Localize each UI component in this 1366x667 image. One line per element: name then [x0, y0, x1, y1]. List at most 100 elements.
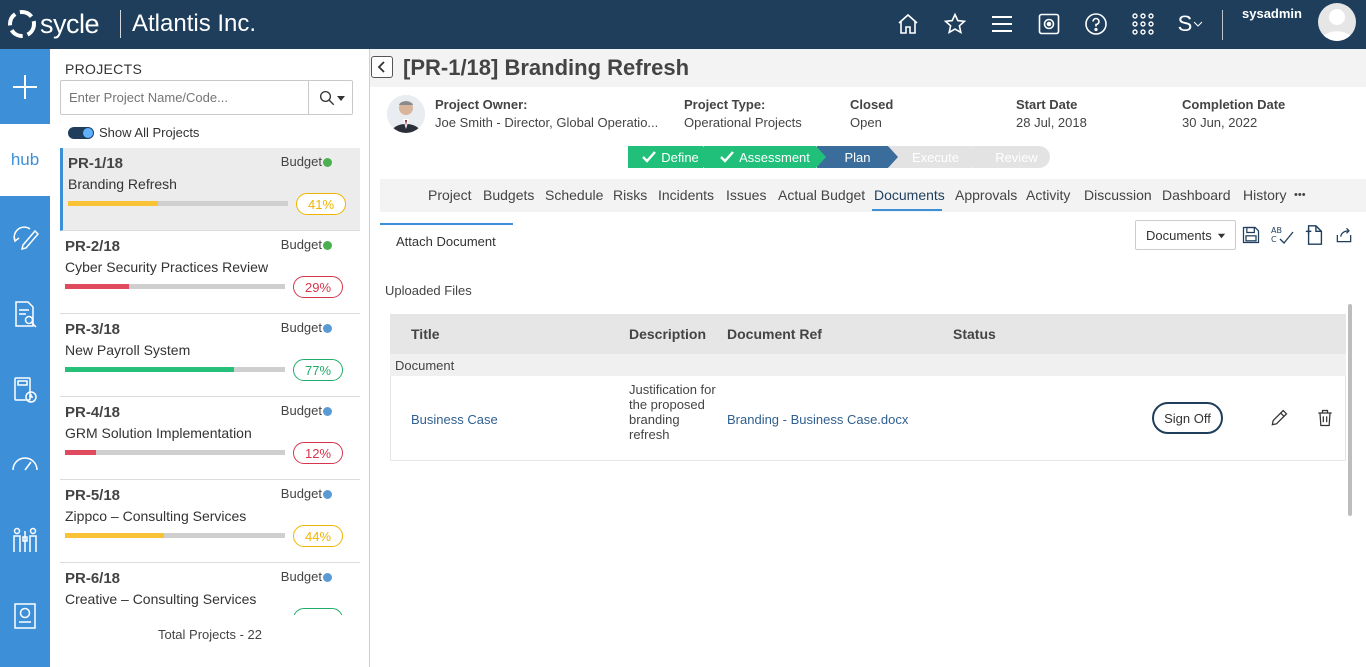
project-card[interactable]: PR-6/18 Budget Creative – Consulting Ser…	[60, 563, 360, 615]
type-label: Project Type:	[684, 97, 766, 112]
stage-label: Plan	[844, 149, 871, 165]
apps-grid-icon[interactable]	[1128, 9, 1158, 39]
share-icon[interactable]	[1332, 223, 1356, 247]
budget-label: Budget	[280, 569, 322, 584]
topbar-divider	[1222, 10, 1223, 40]
column-description[interactable]: Description	[629, 326, 706, 342]
progress-bar	[65, 533, 285, 538]
project-code: PR-6/18	[65, 570, 121, 587]
stage-execute[interactable]: Execute	[888, 146, 982, 168]
check-icon	[720, 151, 734, 163]
progress-badge	[293, 608, 343, 615]
star-icon[interactable]	[940, 9, 970, 39]
delete-icon[interactable]	[1314, 407, 1336, 429]
tab-project[interactable]: Project	[428, 187, 472, 203]
user-avatar[interactable]	[1318, 3, 1356, 41]
project-search-input[interactable]	[61, 81, 309, 114]
main-scrollbar[interactable]	[1348, 304, 1352, 516]
progress-badge: 41%	[296, 193, 346, 215]
search-dropdown-button[interactable]	[310, 81, 353, 114]
settings-box-icon[interactable]	[1034, 9, 1064, 39]
spellcheck-icon[interactable]: AB C	[1270, 223, 1294, 247]
tab-actual-budget[interactable]: Actual Budget	[778, 187, 865, 203]
people-chart-icon[interactable]	[0, 515, 50, 565]
project-card[interactable]: PR-2/18 Budget Cyber Security Practices …	[60, 231, 360, 314]
tab-issues[interactable]: Issues	[726, 187, 766, 203]
page-title: [PR-1/18] Branding Refresh	[403, 55, 690, 80]
document-type-select[interactable]: Documents	[1135, 220, 1236, 250]
document-search-icon[interactable]	[0, 289, 50, 339]
uploaded-files-heading: Uploaded Files	[385, 283, 472, 298]
calculator-clock-icon[interactable]	[0, 365, 50, 415]
project-code: PR-5/18	[65, 487, 121, 504]
project-header: [PR-1/18] Branding Refresh	[370, 49, 1366, 87]
project-card[interactable]: PR-1/18 Budget Branding Refresh 41%	[60, 148, 360, 231]
table-row: Business Case Justification for the prop…	[390, 376, 1346, 461]
s-dropdown-icon[interactable]: S	[1175, 9, 1207, 39]
budget-status-dot	[323, 241, 332, 250]
tabs-more-button[interactable]: •••	[1294, 189, 1306, 201]
tab-approvals[interactable]: Approvals	[955, 187, 1017, 203]
budget-status-dot	[323, 573, 332, 582]
menu-icon[interactable]	[987, 9, 1017, 39]
stage-review[interactable]: Review	[972, 146, 1050, 168]
add-button[interactable]	[0, 62, 50, 112]
back-button[interactable]	[371, 56, 393, 78]
edit-cycle-icon[interactable]	[0, 213, 50, 263]
completion-date: Completion Date 30 Jun, 2022	[1182, 97, 1285, 130]
project-owner: Project Owner: Joe Smith - Director, Glo…	[435, 97, 658, 130]
project-name: Zippco – Consulting Services	[65, 508, 247, 524]
edit-icon[interactable]	[1268, 407, 1290, 429]
progress-bar	[65, 367, 285, 372]
start-date: Start Date 28 Jul, 2018	[1016, 97, 1087, 130]
show-all-toggle[interactable]	[68, 126, 94, 139]
svg-text:C: C	[1271, 235, 1277, 244]
project-status: Closed Open	[850, 97, 893, 130]
stage-assessment[interactable]: Assessment	[703, 146, 826, 168]
budget-label: Budget	[280, 154, 322, 169]
project-code: PR-1/18	[68, 155, 124, 172]
tab-activity[interactable]: Activity	[1026, 187, 1070, 203]
tab-history[interactable]: History	[1243, 187, 1287, 203]
column-status[interactable]: Status	[953, 326, 996, 342]
project-type: Project Type: Operational Projects	[684, 97, 802, 130]
app-logo[interactable]: sycle	[6, 8, 100, 40]
stage-define[interactable]: Define	[628, 146, 713, 168]
project-card[interactable]: PR-3/18 Budget New Payroll System 77%	[60, 314, 360, 397]
sign-off-button[interactable]: Sign Off	[1152, 402, 1223, 434]
project-card[interactable]: PR-5/18 Budget Zippco – Consulting Servi…	[60, 480, 360, 563]
project-name: Cyber Security Practices Review	[65, 259, 269, 275]
tab-risks[interactable]: Risks	[613, 187, 647, 203]
tab-schedule[interactable]: Schedule	[545, 187, 603, 203]
column-title[interactable]: Title	[411, 326, 440, 342]
tab-budgets[interactable]: Budgets	[483, 187, 534, 203]
table-group-row: Document	[390, 354, 1346, 376]
document-ref-link[interactable]: Branding - Business Case.docx	[727, 412, 908, 427]
project-name: Branding Refresh	[68, 176, 177, 192]
tab-documents[interactable]: Documents	[874, 187, 945, 203]
stage-arrow	[703, 146, 713, 168]
save-icon[interactable]	[1239, 223, 1263, 247]
document-title-link[interactable]: Business Case	[411, 412, 498, 427]
tab-incidents[interactable]: Incidents	[658, 187, 714, 203]
report-icon[interactable]	[0, 591, 50, 641]
project-card[interactable]: PR-4/18 Budget GRM Solution Implementati…	[60, 397, 360, 480]
project-search	[60, 80, 353, 115]
home-icon[interactable]	[893, 9, 923, 39]
budget-status-dot	[323, 324, 332, 333]
username[interactable]: sysadmin	[1242, 6, 1302, 21]
tab-dashboard[interactable]: Dashboard	[1162, 187, 1231, 203]
progress-badge: 44%	[293, 525, 343, 547]
total-projects-count: Total Projects - 22	[157, 627, 263, 642]
gauge-icon[interactable]	[0, 439, 50, 489]
column-document-ref[interactable]: Document Ref	[727, 326, 822, 342]
show-all-projects-row[interactable]: Show All Projects	[68, 125, 199, 140]
hub-button[interactable]: hub	[0, 124, 50, 196]
project-name: New Payroll System	[65, 342, 191, 358]
new-document-icon[interactable]	[1303, 223, 1327, 247]
completion-date-label: Completion Date	[1182, 97, 1286, 112]
tab-attach-document[interactable]: Attach Document	[380, 223, 513, 257]
help-icon[interactable]	[1081, 9, 1111, 39]
tab-discussion[interactable]: Discussion	[1084, 187, 1152, 203]
stage-plan[interactable]: Plan	[816, 146, 898, 168]
